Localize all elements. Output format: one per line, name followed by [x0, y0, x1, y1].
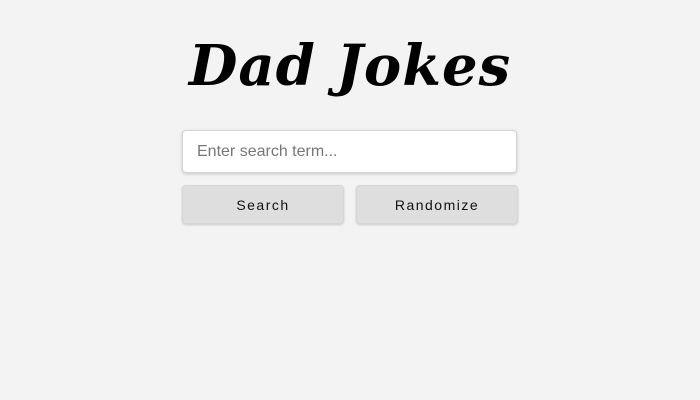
- page: Dad Jokes Search Randomize: [0, 0, 700, 400]
- randomize-button[interactable]: Randomize: [356, 185, 518, 224]
- search-button[interactable]: Search: [182, 185, 344, 224]
- search-input[interactable]: [182, 130, 517, 173]
- page-title: Dad Jokes: [188, 33, 512, 99]
